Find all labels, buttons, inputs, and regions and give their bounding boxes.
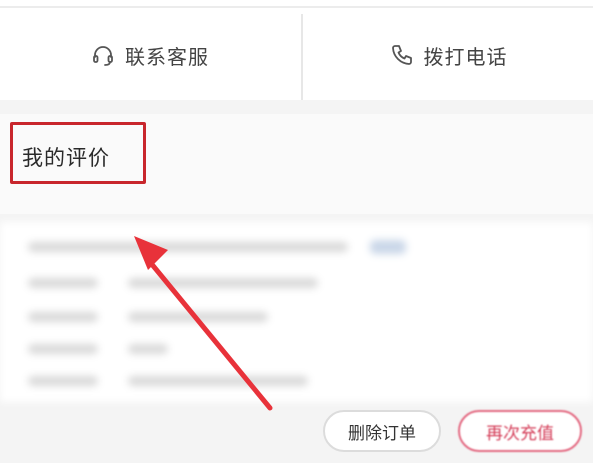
blurred-line <box>128 376 308 386</box>
blurred-badge <box>370 240 406 254</box>
blurred-line <box>128 312 268 322</box>
blurred-line <box>28 242 348 252</box>
call-phone-button[interactable]: 拨打电话 <box>304 22 593 88</box>
top-divider <box>0 6 593 8</box>
call-phone-label: 拨打电话 <box>423 44 508 69</box>
highlight-box <box>10 122 146 184</box>
blurred-line <box>128 278 318 288</box>
contact-customer-service-button[interactable]: 联系客服 <box>0 22 300 88</box>
phone-icon <box>390 43 414 67</box>
headset-icon <box>91 43 115 67</box>
blurred-line <box>28 344 98 354</box>
delete-order-button[interactable]: 删除订单 <box>323 410 441 452</box>
blurred-line <box>28 376 98 386</box>
blurred-line <box>28 312 98 322</box>
blurred-line <box>28 278 98 288</box>
order-details-blurred <box>0 222 593 402</box>
action-divider <box>301 14 303 100</box>
buy-again-button[interactable]: 再次充值 <box>458 410 582 452</box>
contact-customer-service-label: 联系客服 <box>125 44 209 69</box>
blurred-line <box>128 344 168 354</box>
